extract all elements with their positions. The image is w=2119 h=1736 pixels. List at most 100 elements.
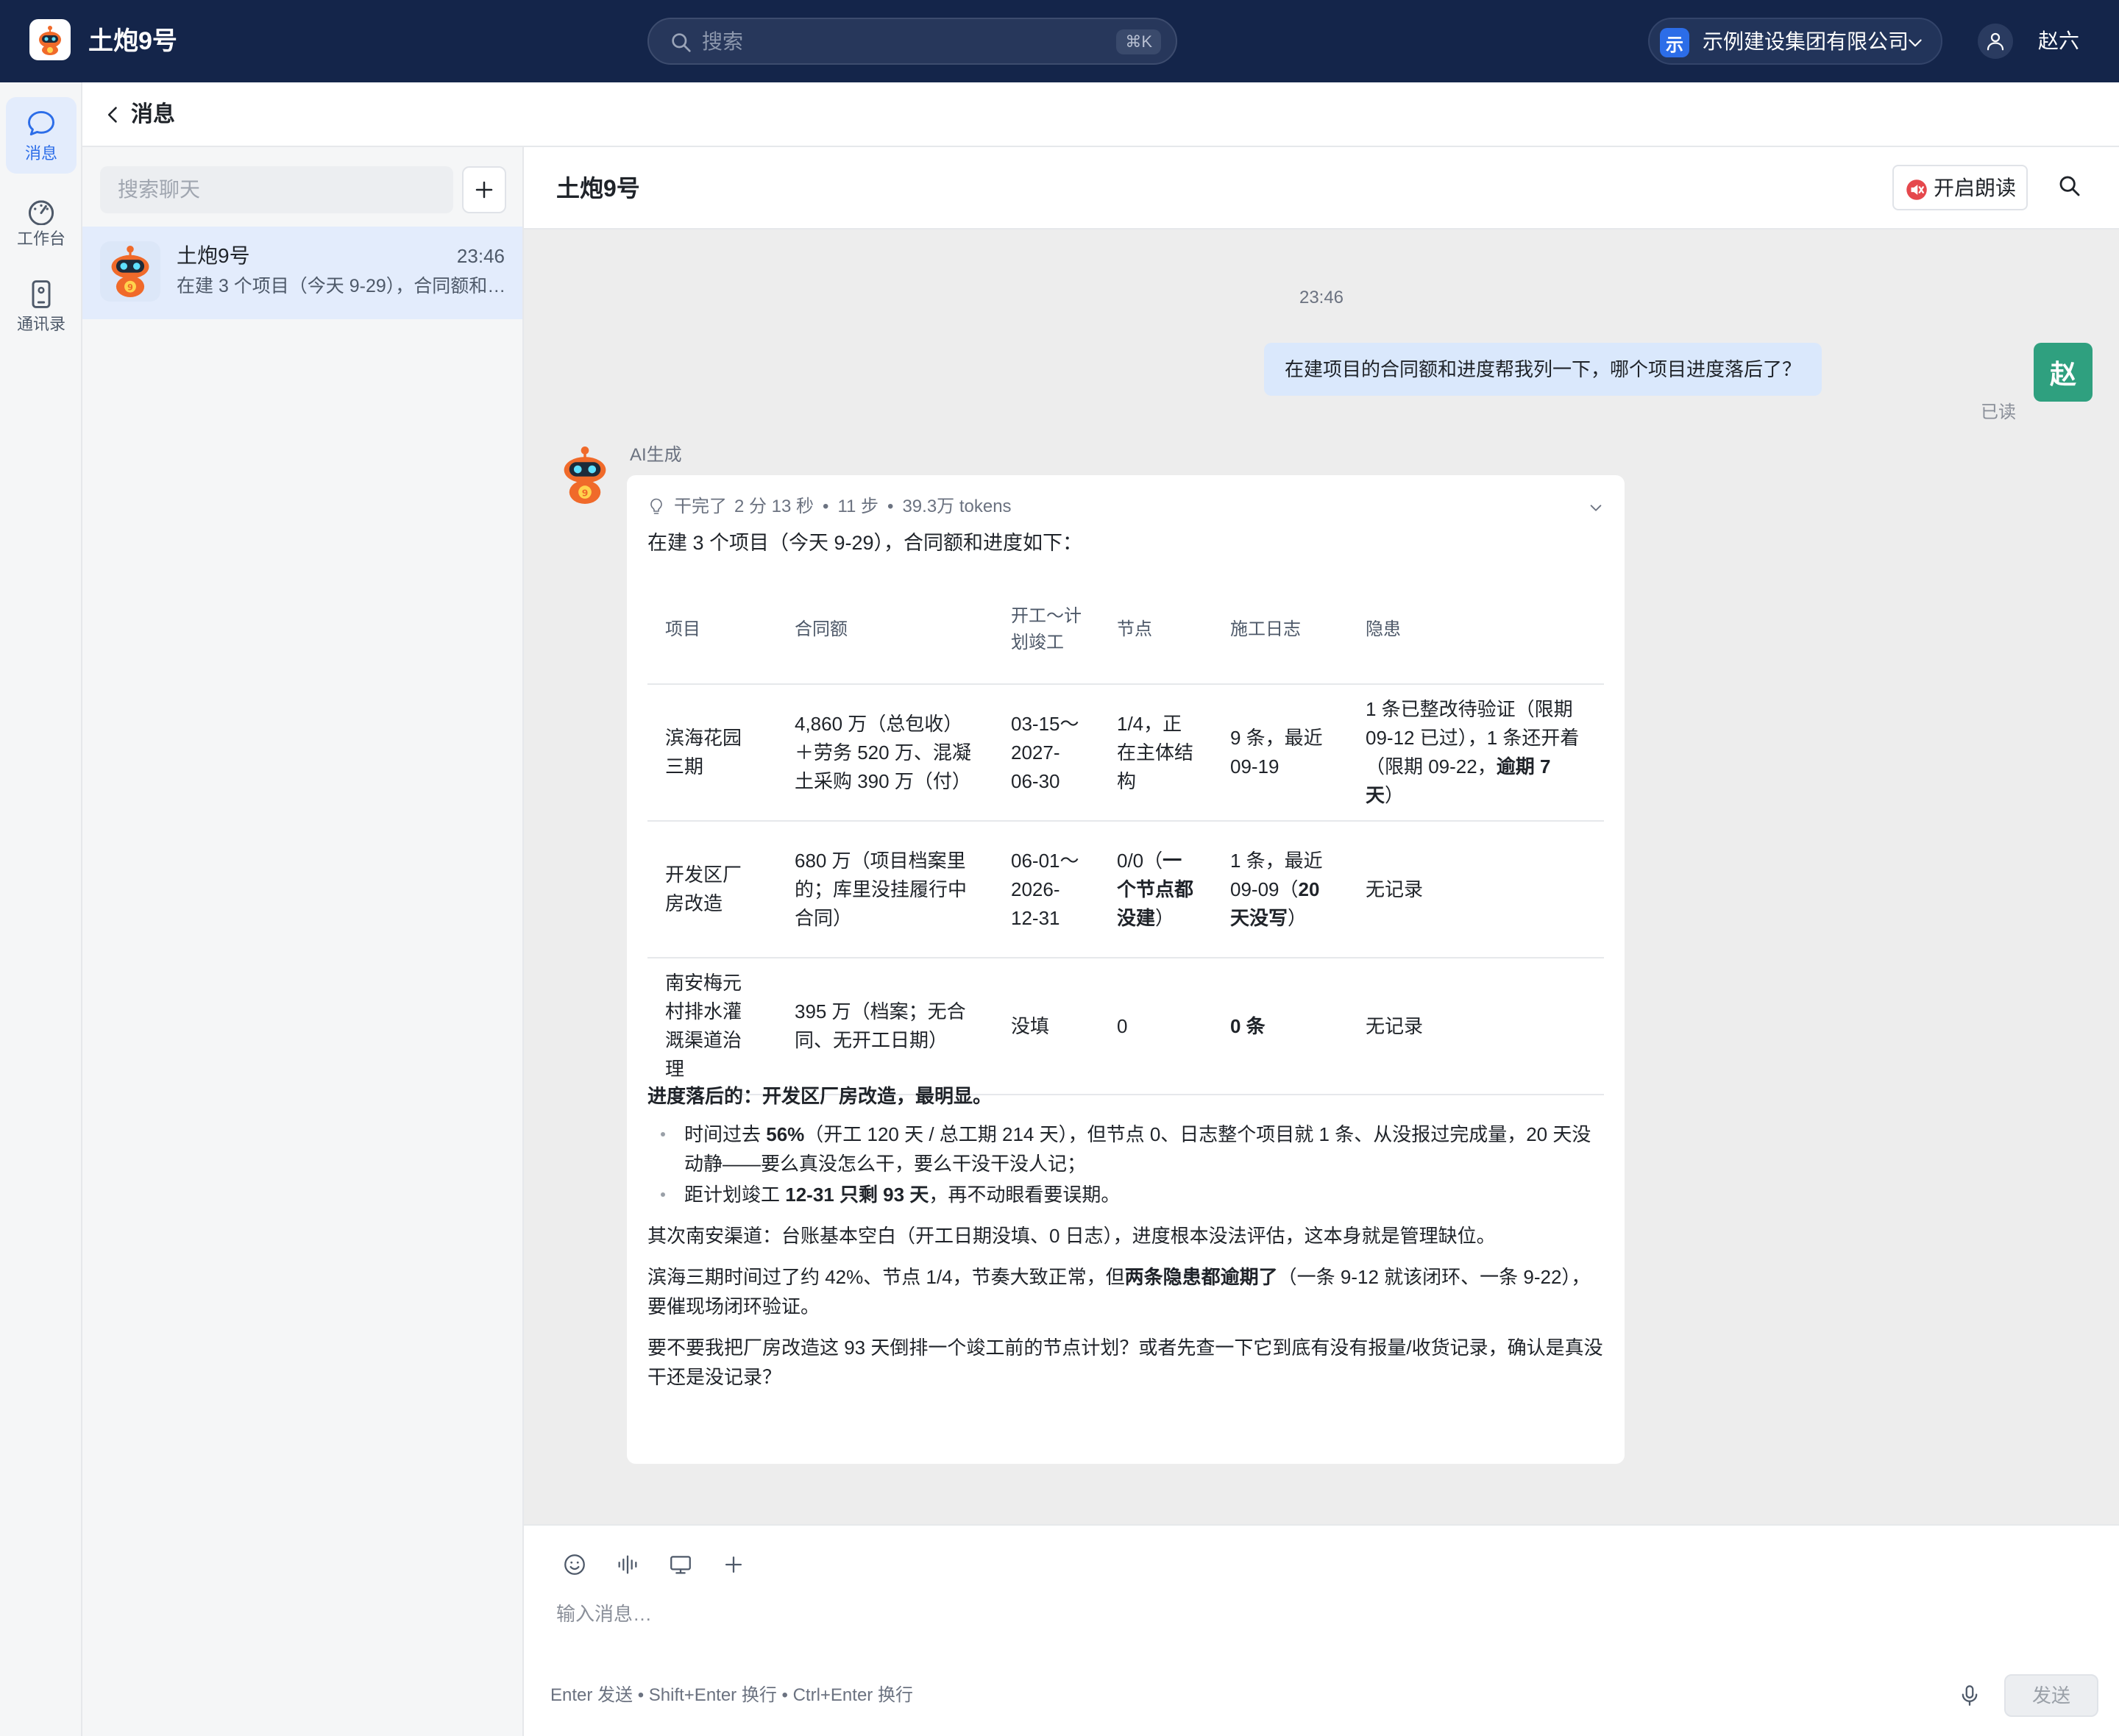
list-item: 时间过去 56%（开工 120 天 / 总工期 214 天），但节点 0、日志整… [647, 1120, 1604, 1178]
user-icon [1987, 32, 2004, 51]
user-message-bubble[interactable]: 在建项目的合同额和进度帮我列一下，哪个项目进度落后了？ [1263, 343, 1822, 396]
robot-logo-icon [39, 26, 61, 55]
cell-amount: 4,860 万（总包收）＋劳务 520 万、混凝土采购 390 万（付） [777, 684, 993, 822]
bot-message-card: 干完了 2 分 13 秒 • 11 步 • 39.3万 tokens 在建 3 … [627, 475, 1625, 1464]
table-row: 开发区厂房改造 680 万（项目档案里的；库里没挂履行中合同） 06-01～20… [647, 821, 1604, 958]
conversation-title: 土炮9号 [556, 175, 640, 202]
cell-project: 开发区厂房改造 [647, 821, 777, 958]
conversation-header: 土炮9号 开启朗读 [524, 147, 2119, 230]
cell-log: 9 条，最近 09-19 [1213, 684, 1348, 822]
search-icon[interactable] [2057, 174, 2082, 199]
cell-schedule: 没填 [993, 958, 1099, 1095]
new-chat-button[interactable] [462, 166, 506, 213]
page-title: 消息 [131, 102, 175, 127]
cell-schedule: 06-01～2026-12-31 [993, 821, 1099, 958]
user-avatar[interactable]: 赵 [2034, 343, 2093, 402]
global-search[interactable]: 搜索 ⌘K [647, 18, 1177, 65]
text: 距计划竣工 [684, 1184, 786, 1206]
svg-text:9: 9 [582, 487, 589, 498]
emphasis: 12-31 只剩 93 天 [785, 1184, 929, 1206]
keyboard-hints: Enter 发送 • Shift+Enter 换行 • Ctrl+Enter 换… [550, 1685, 913, 1705]
thinking-status: 干完了 [674, 497, 727, 516]
read-status: 已读 [1981, 402, 2016, 422]
plus-icon[interactable] [721, 1552, 746, 1577]
cell-project: 南安梅元村排水灌溉渠道治理 [647, 958, 777, 1095]
cell-nodes: 0 [1099, 958, 1213, 1095]
time-divider: 23:46 [1299, 288, 1344, 307]
org-badge: 示 [1660, 28, 1689, 57]
rail-item-label: 通讯录 [16, 315, 65, 333]
chevron-left-icon[interactable] [103, 104, 124, 125]
conversation-body[interactable]: 23:46 在建项目的合同额和进度帮我列一下，哪个项目进度落后了？ 赵 已读 9… [524, 230, 2119, 1524]
chat-list-item[interactable]: 9 土炮9号 23:46 在建 3 个项目（今天 9-29），合同额和进度如下：… [82, 227, 522, 319]
cell-amount: 395 万（档案；无合同、无开工日期） [777, 958, 993, 1095]
plus-icon [475, 181, 493, 199]
text: （开工 120 天 / 总工期 214 天），但节点 0、日志整个项目就 1 条… [684, 1123, 1591, 1175]
cell-log: 0 条 [1213, 958, 1348, 1095]
thinking-tokens: 39.3万 tokens [902, 497, 1012, 516]
cell-project: 滨海花园三期 [647, 684, 777, 822]
cell-schedule: 03-15～2027-06-30 [993, 684, 1099, 822]
summary-paragraph: 其次南安渠道：台账基本空白（开工日期没填、0 日志），进度根本没法评估，这本身就… [647, 1225, 1496, 1247]
microphone-icon[interactable] [1957, 1683, 1982, 1708]
phone-contacts-icon [32, 280, 51, 308]
project-table: 项目 合同额 开工～计划竣工 节点 施工日志 隐患 滨海花园三期 4,860 万… [647, 575, 1604, 1095]
column-header: 开工～计划竣工 [993, 575, 1099, 685]
read-aloud-button[interactable]: 开启朗读 [1892, 165, 2028, 210]
nodes-text: 0/0（ [1117, 849, 1163, 872]
robot-avatar-icon: 9 [564, 447, 606, 504]
chat-search-input[interactable]: 搜索聊天 [100, 166, 453, 213]
cell-amount: 680 万（项目档案里的；库里没挂履行中合同） [777, 821, 993, 958]
thinking-summary[interactable]: 干完了 2 分 13 秒 • 11 步 • 39.3万 tokens [647, 494, 1012, 519]
org-name: 示例建设集团有限公司 [1703, 30, 1909, 53]
text: ，再不动眼看要误期。 [929, 1184, 1121, 1206]
user-avatar-button[interactable] [1978, 24, 2013, 59]
thinking-duration: 2 分 13 秒 [734, 497, 814, 516]
column-header: 节点 [1099, 575, 1213, 685]
voice-waveform-icon[interactable] [615, 1552, 640, 1577]
screen-share-icon[interactable] [668, 1552, 693, 1577]
read-aloud-label: 开启朗读 [1934, 177, 2017, 199]
text: 时间过去 [684, 1123, 767, 1145]
table-row: 滨海花园三期 4,860 万（总包收）＋劳务 520 万、混凝土采购 390 万… [647, 684, 1604, 822]
list-item: 距计划竣工 12-31 只剩 93 天，再不动眼看要误期。 [647, 1180, 1604, 1209]
hazard-text: ） [1385, 784, 1405, 806]
robot-avatar-icon: 9 [111, 246, 149, 297]
nav-rail: 消息 工作台 通讯录 [0, 82, 82, 1736]
bot-avatar[interactable]: 9 [556, 444, 614, 506]
separator: • [887, 497, 894, 516]
app-name: 土炮9号 [88, 27, 177, 55]
cell-hazard: 无记录 [1348, 821, 1604, 958]
column-header: 隐患 [1348, 575, 1604, 685]
cell-hazard: 无记录 [1348, 958, 1604, 1095]
message-input[interactable]: 输入消息… [556, 1601, 652, 1627]
log-text: ） [1288, 906, 1307, 929]
rail-item-messages[interactable]: 消息 [6, 97, 77, 174]
rail-item-label: 工作台 [16, 230, 65, 248]
app-logo[interactable] [29, 19, 71, 60]
cell-hazard: 1 条已整改待验证（限期 09-12 已过），1 条还开着（限期 09-22，逾… [1348, 684, 1604, 822]
user-name[interactable]: 赵六 [2038, 26, 2079, 56]
summary-paragraph: 滨海三期时间过了约 42%、节点 1/4，节奏大致正常，但两条隐患都逾期了（一条… [647, 1262, 1604, 1321]
emphasis: 56% [766, 1123, 805, 1145]
table-header-row: 项目 合同额 开工～计划竣工 节点 施工日志 隐患 [647, 575, 1604, 685]
rail-item-contacts[interactable]: 通讯录 [6, 268, 77, 344]
dashboard-gauge-icon [28, 200, 54, 225]
chat-bubble-icon [28, 110, 54, 136]
summary-list: 时间过去 56%（开工 120 天 / 总工期 214 天），但节点 0、日志整… [647, 1120, 1604, 1209]
chat-list-pane: 搜索聊天 9 土炮9号 23:46 在建 3 个项目（今天 9-29），合同额和… [82, 147, 524, 1736]
summary-headline: 进度落后的：开发区厂房改造，最明显。 [647, 1085, 993, 1107]
chat-search-placeholder: 搜索聊天 [118, 178, 201, 201]
top-bar: 土炮9号 搜索 ⌘K 示 示例建设集团有限公司 赵六 [0, 0, 2119, 82]
chevron-down-icon[interactable] [1588, 500, 1604, 516]
org-switcher[interactable]: 示 示例建设集团有限公司 [1648, 18, 1942, 65]
rail-item-workbench[interactable]: 工作台 [6, 182, 77, 259]
log-warning: 0 条 [1230, 1014, 1266, 1037]
separator: • [823, 497, 829, 516]
messages-header: 消息 [82, 82, 2119, 147]
emoji-icon[interactable] [562, 1552, 587, 1577]
table-row: 南安梅元村排水灌溉渠道治理 395 万（档案；无合同、无开工日期） 没填 0 0… [647, 958, 1604, 1095]
cell-log: 1 条，最近 09-09（20 天没写） [1213, 821, 1348, 958]
ai-generated-label: AI生成 [630, 445, 682, 465]
send-button[interactable]: 发送 [2004, 1674, 2098, 1717]
